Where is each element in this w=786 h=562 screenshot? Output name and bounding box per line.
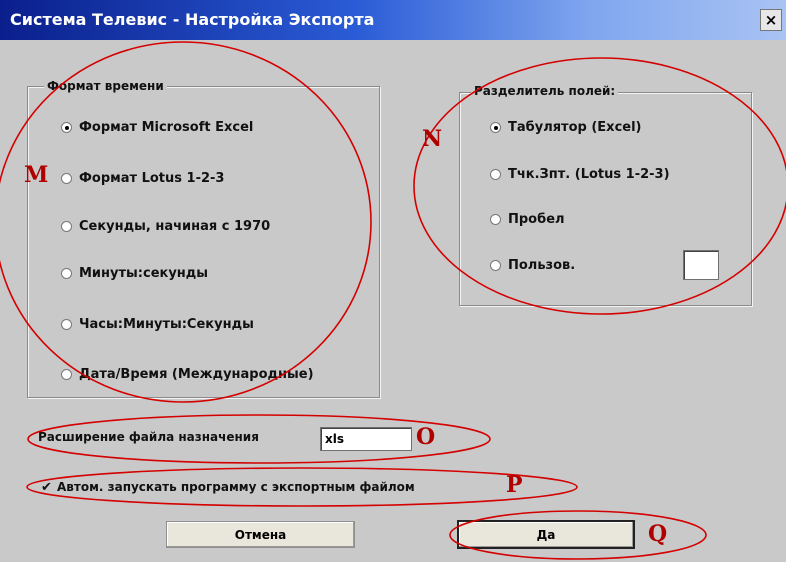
- extension-input[interactable]: [320, 427, 412, 451]
- radio-label: Пользов.: [508, 258, 576, 273]
- radio-icon: [61, 122, 72, 133]
- radio-time-international[interactable]: Дата/Время (Международные): [61, 367, 314, 382]
- radio-icon: [490, 169, 501, 180]
- ok-button[interactable]: Да: [457, 520, 635, 549]
- radio-label: Пробел: [508, 212, 565, 227]
- extension-label: Расширение файла назначения: [38, 430, 259, 444]
- close-button[interactable]: ×: [760, 9, 782, 31]
- callout-label-p: P: [506, 472, 523, 498]
- cancel-button[interactable]: Отмена: [166, 521, 355, 548]
- callout-label-o: O: [416, 424, 436, 450]
- autorun-label: Автом. запускать программу с экспортным …: [57, 480, 415, 494]
- radio-label: Часы:Минуты:Секунды: [79, 317, 254, 332]
- radio-icon: [490, 122, 501, 133]
- radio-time-seconds-1970[interactable]: Секунды, начиная с 1970: [61, 219, 270, 234]
- time-format-group-title: Формат времени: [44, 79, 167, 93]
- callout-label-m: M: [24, 162, 49, 188]
- radio-time-hms[interactable]: Часы:Минуты:Секунды: [61, 317, 254, 332]
- radio-icon: [61, 369, 72, 380]
- radio-label: Формат Microsoft Excel: [79, 120, 254, 135]
- radio-sep-semicolon[interactable]: Тчк.Зпт. (Lotus 1-2-3): [490, 167, 670, 182]
- separator-group-title: Разделитель полей:: [471, 84, 619, 98]
- radio-label: Минуты:секунды: [79, 266, 209, 281]
- radio-time-lotus[interactable]: Формат Lotus 1-2-3: [61, 171, 224, 186]
- title-bar: Система Телевис - Настройка Экспорта ×: [0, 0, 786, 40]
- radio-label: Формат Lotus 1-2-3: [79, 171, 225, 186]
- radio-icon: [61, 319, 72, 330]
- radio-label: Тчк.Зпт. (Lotus 1-2-3): [508, 167, 670, 182]
- callout-label-q: Q: [648, 521, 668, 547]
- radio-label: Дата/Время (Международные): [79, 367, 314, 382]
- radio-time-excel[interactable]: Формат Microsoft Excel: [61, 120, 253, 135]
- radio-sep-tab[interactable]: Табулятор (Excel): [490, 120, 642, 135]
- radio-icon: [61, 268, 72, 279]
- checkbox-check-icon[interactable]: ✔: [40, 480, 53, 495]
- autorun-checkbox-row[interactable]: ✔ Автом. запускать программу с экспортны…: [40, 480, 415, 495]
- radio-icon: [61, 221, 72, 232]
- radio-icon: [490, 214, 501, 225]
- close-icon: ×: [764, 11, 778, 29]
- radio-label: Табулятор (Excel): [508, 120, 642, 135]
- custom-separator-input[interactable]: [683, 250, 719, 280]
- radio-sep-space[interactable]: Пробел: [490, 212, 565, 227]
- callout-label-n: N: [422, 126, 443, 152]
- radio-icon: [61, 173, 72, 184]
- radio-time-min-sec[interactable]: Минуты:секунды: [61, 266, 208, 281]
- radio-sep-custom[interactable]: Пользов.: [490, 258, 575, 273]
- radio-icon: [490, 260, 501, 271]
- window-title: Система Телевис - Настройка Экспорта: [10, 10, 375, 29]
- radio-label: Секунды, начиная с 1970: [79, 219, 271, 234]
